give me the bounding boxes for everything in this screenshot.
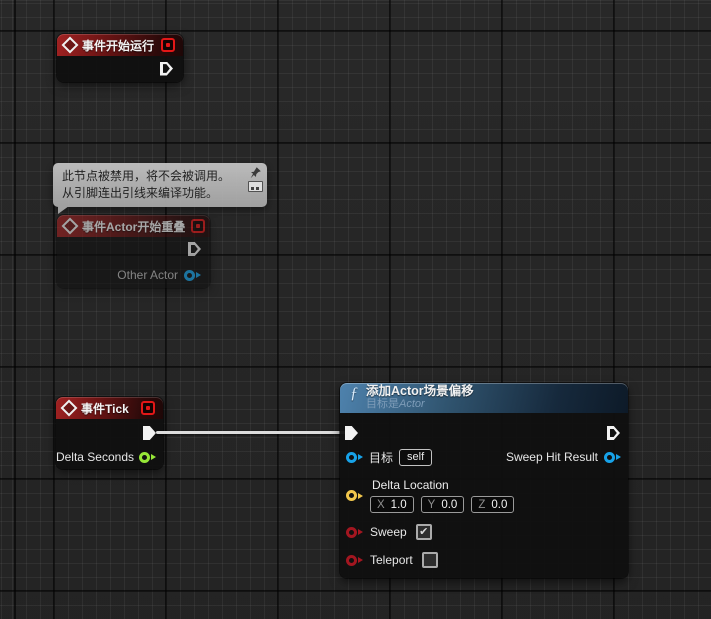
delta-location-input-pin[interactable]: [346, 490, 363, 501]
sweep-input-pin[interactable]: [346, 527, 363, 538]
tooltip-line-1: 此节点被禁用，将不会被调用。: [62, 168, 241, 185]
target-input-pin[interactable]: [346, 452, 363, 463]
delta-seconds-pin-label: Delta Seconds: [56, 450, 134, 464]
target-pin-label: 目标: [369, 449, 393, 466]
node-header: 事件Actor开始重叠: [57, 215, 210, 237]
other-actor-pin-label: Other Actor: [117, 268, 178, 282]
event-diamond-icon: [62, 218, 79, 235]
event-diamond-icon: [61, 400, 78, 417]
other-actor-output-pin[interactable]: [184, 270, 201, 281]
delta-location-pin-label: Delta Location: [372, 478, 514, 492]
exec-wire[interactable]: [156, 431, 347, 434]
blueprint-graph-canvas[interactable]: 事件开始运行 此节点被禁用，将不会被调用。 从引脚连出引线来编译功能。 事件Ac…: [0, 0, 711, 619]
teleport-input-pin[interactable]: [346, 555, 363, 566]
teleport-checkbox-unchecked[interactable]: [422, 552, 438, 568]
node-event-actor-begin-overlap-disabled[interactable]: 事件Actor开始重叠 Other Actor: [57, 215, 210, 288]
exec-output-pin[interactable]: [188, 242, 201, 256]
node-header: 事件开始运行: [57, 34, 183, 56]
delta-location-z-field[interactable]: Z 0.0: [471, 496, 514, 513]
exec-output-pin[interactable]: [160, 62, 173, 76]
red-badge-icon: [161, 38, 175, 52]
node-event-tick[interactable]: 事件Tick Delta Seconds: [56, 397, 163, 469]
node-title: 事件Actor开始重叠: [82, 218, 185, 235]
tooltip-line-2: 从引脚连出引线来编译功能。: [62, 185, 241, 202]
node-thumbnail-icon: [248, 181, 263, 192]
node-header: ƒ 添加Actor场景偏移 目标是Actor: [340, 383, 628, 413]
sweep-checkbox-checked[interactable]: ✔: [416, 524, 432, 540]
sweep-hit-result-pin-label: Sweep Hit Result: [506, 450, 598, 464]
delta-seconds-output-pin[interactable]: [139, 452, 156, 463]
node-add-actor-world-offset[interactable]: ƒ 添加Actor场景偏移 目标是Actor 目标 self Sweep Hit…: [340, 383, 628, 578]
sweep-pin-label: Sweep: [370, 525, 407, 539]
delta-location-x-field[interactable]: X 1.0: [370, 496, 414, 513]
exec-output-pin-connected[interactable]: [143, 426, 156, 440]
node-subtitle: 目标是Actor: [366, 398, 474, 410]
function-icon: ƒ: [350, 385, 358, 403]
event-diamond-icon: [62, 37, 79, 54]
delta-location-y-field[interactable]: Y 0.0: [421, 496, 465, 513]
disabled-node-tooltip: 此节点被禁用，将不会被调用。 从引脚连出引线来编译功能。: [53, 163, 267, 207]
sweep-hit-result-output-pin[interactable]: [604, 452, 621, 463]
node-title: 事件开始运行: [82, 37, 154, 54]
node-event-begin-play[interactable]: 事件开始运行: [57, 34, 183, 82]
teleport-pin-label: Teleport: [370, 553, 413, 567]
exec-output-pin[interactable]: [607, 426, 620, 440]
node-title: 添加Actor场景偏移: [366, 385, 474, 399]
red-badge-icon: [141, 401, 155, 415]
node-header: 事件Tick: [56, 397, 163, 419]
target-self-value[interactable]: self: [399, 449, 432, 466]
pushpin-icon[interactable]: [249, 166, 262, 179]
red-badge-icon: [191, 219, 205, 233]
exec-input-pin-connected[interactable]: [345, 426, 358, 440]
node-title: 事件Tick: [81, 400, 129, 417]
